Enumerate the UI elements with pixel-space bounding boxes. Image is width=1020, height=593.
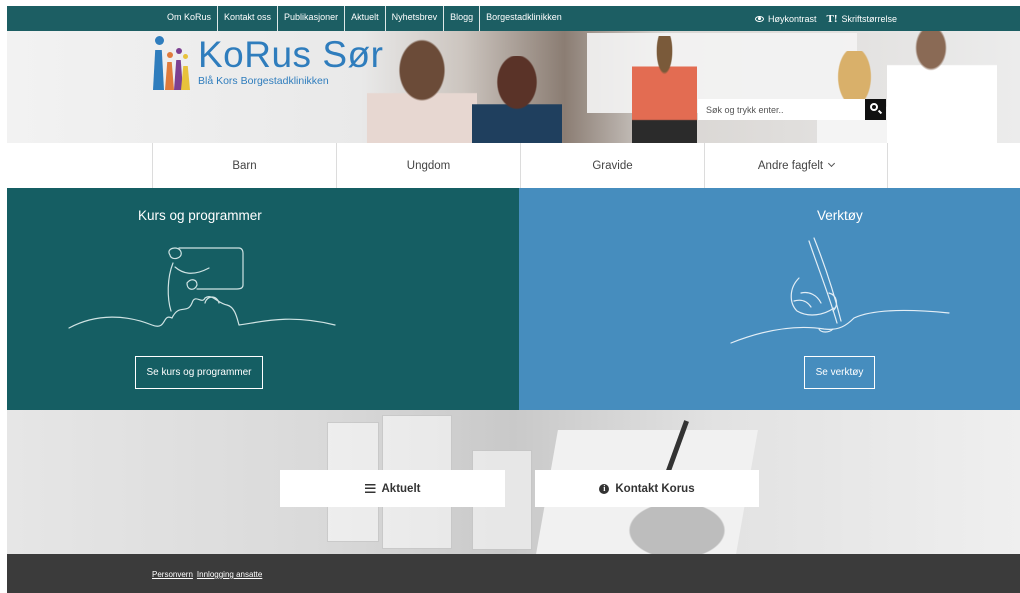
footer: Personvern Innlogging ansatte (7, 554, 1020, 593)
high-contrast-toggle[interactable]: Høykontrast (755, 14, 817, 24)
tools-button[interactable]: Se verktøy (804, 356, 875, 389)
tools-card-title: Verktøy (817, 208, 863, 223)
top-nav-aktuelt[interactable]: Aktuelt (345, 6, 386, 31)
main-nav-item-barn[interactable]: Barn (152, 143, 336, 188)
logo-figures-icon (145, 32, 190, 90)
contact-button[interactable]: i Kontakt Korus (535, 470, 759, 507)
top-nav-borgestadklinikken[interactable]: Borgestadklinikken (480, 6, 568, 31)
main-nav-label: Barn (232, 159, 257, 172)
top-nav-om-korus[interactable]: Om KoRus (160, 6, 219, 31)
courses-button[interactable]: Se kurs og programmer (135, 356, 263, 389)
info-icon: i (599, 483, 610, 494)
high-contrast-label: Høykontrast (768, 13, 817, 24)
contact-button-label: Kontakt Korus (615, 482, 695, 495)
search-button[interactable] (865, 99, 886, 120)
search-icon (870, 103, 878, 111)
teacher-illustration-icon (68, 247, 336, 329)
main-nav-item-gravide[interactable]: Gravide (520, 143, 704, 188)
main-nav-item-ungdom[interactable]: Ungdom (336, 143, 520, 188)
font-size-toggle[interactable]: T! Skriftstørrelse (827, 13, 898, 25)
courses-card: Kurs og programmer Se kurs og programmer (7, 188, 519, 410)
hero-photo-person (472, 56, 562, 143)
tools-card: Verktøy Se verktøy (519, 188, 1020, 410)
hero-photo-speaker (632, 36, 697, 143)
logo-subtitle: Blå Kors Borgestadklinikken (198, 75, 329, 87)
eye-icon (755, 15, 764, 22)
hero-photo-person (817, 51, 892, 143)
text-size-icon: T! (826, 12, 838, 25)
top-bar: Om KoRus Kontakt oss Publikasjoner Aktue… (7, 6, 1020, 31)
hero-photo-person (367, 31, 477, 143)
bottom-photo-band (7, 410, 1020, 554)
logo-title: KoRus Sør (198, 34, 384, 75)
site-logo[interactable]: KoRus Sør Blå Kors Borgestadklinikken (145, 32, 383, 90)
page: Om KoRus Kontakt oss Publikasjoner Aktue… (0, 0, 1020, 593)
chevron-down-icon (828, 159, 836, 168)
news-button[interactable]: Aktuelt (280, 470, 505, 507)
main-nav-label: Andre fagfelt (757, 159, 824, 172)
font-size-label: Skriftstørrelse (841, 13, 898, 24)
main-nav-label: Gravide (592, 159, 633, 172)
main-nav-item-andre-fagfelt[interactable]: Andre fagfelt (704, 143, 888, 188)
list-icon (364, 484, 376, 493)
footer-links: Personvern Innlogging ansatte (152, 570, 262, 579)
privacy-link[interactable]: Personvern (152, 570, 193, 579)
main-nav-label: Ungdom (406, 159, 451, 172)
top-nav-kontakt-oss[interactable]: Kontakt oss (218, 6, 279, 31)
courses-card-title: Kurs og programmer (138, 208, 262, 223)
top-nav-nyhetsbrev[interactable]: Nyhetsbrev (386, 6, 445, 31)
top-nav-blogg[interactable]: Blogg (444, 6, 481, 31)
main-nav: Barn Ungdom Gravide Andre fagfelt (152, 143, 888, 188)
top-nav-publikasjoner[interactable]: Publikasjoner (278, 6, 346, 31)
news-button-label: Aktuelt (381, 482, 421, 495)
writing-hand-illustration-icon (730, 237, 950, 344)
search-box (698, 99, 886, 120)
staff-login-link[interactable]: Innlogging ansatte (197, 570, 262, 579)
search-input[interactable] (698, 99, 865, 120)
hero-photo-person (887, 31, 997, 143)
top-nav: Om KoRus Kontakt oss Publikasjoner Aktue… (160, 6, 568, 31)
accessibility-tools: Høykontrast T! Skriftstørrelse (755, 6, 897, 31)
